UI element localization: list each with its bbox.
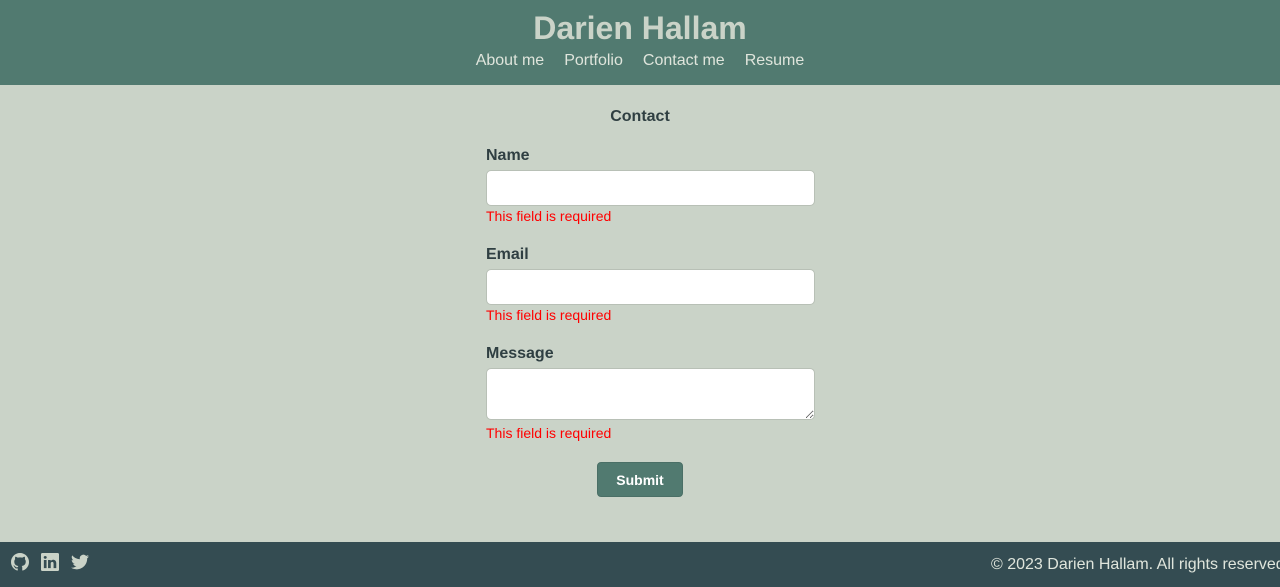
social-links bbox=[11, 553, 89, 571]
site-title: Darien Hallam bbox=[533, 10, 747, 46]
site-header: Darien Hallam About me Portfolio Contact… bbox=[0, 0, 1280, 85]
submit-button[interactable]: Submit bbox=[597, 462, 683, 497]
section-title: Contact bbox=[610, 108, 670, 125]
email-error: This field is required bbox=[486, 307, 612, 323]
linkedin-icon[interactable] bbox=[41, 553, 59, 571]
email-input[interactable] bbox=[486, 269, 815, 305]
message-textarea[interactable] bbox=[486, 368, 815, 420]
nav-about-me[interactable]: About me bbox=[476, 51, 544, 71]
name-label: Name bbox=[486, 147, 530, 164]
name-input[interactable] bbox=[486, 170, 815, 206]
name-error: This field is required bbox=[486, 208, 612, 224]
message-error: This field is required bbox=[486, 425, 612, 441]
twitter-icon[interactable] bbox=[71, 553, 89, 571]
site-footer: © 2023 Darien Hallam. All rights reserve… bbox=[0, 542, 1280, 587]
nav-portfolio[interactable]: Portfolio bbox=[564, 51, 623, 71]
copyright-text: © 2023 Darien Hallam. All rights reserve… bbox=[991, 556, 1280, 573]
message-label: Message bbox=[486, 345, 554, 362]
nav-contact-me[interactable]: Contact me bbox=[643, 51, 725, 71]
contact-section: Contact Name This field is required Emai… bbox=[0, 85, 1280, 542]
github-icon[interactable] bbox=[11, 553, 29, 571]
main-nav: About me Portfolio Contact me Resume bbox=[0, 51, 1280, 71]
nav-resume[interactable]: Resume bbox=[745, 51, 805, 71]
email-label: Email bbox=[486, 246, 529, 263]
